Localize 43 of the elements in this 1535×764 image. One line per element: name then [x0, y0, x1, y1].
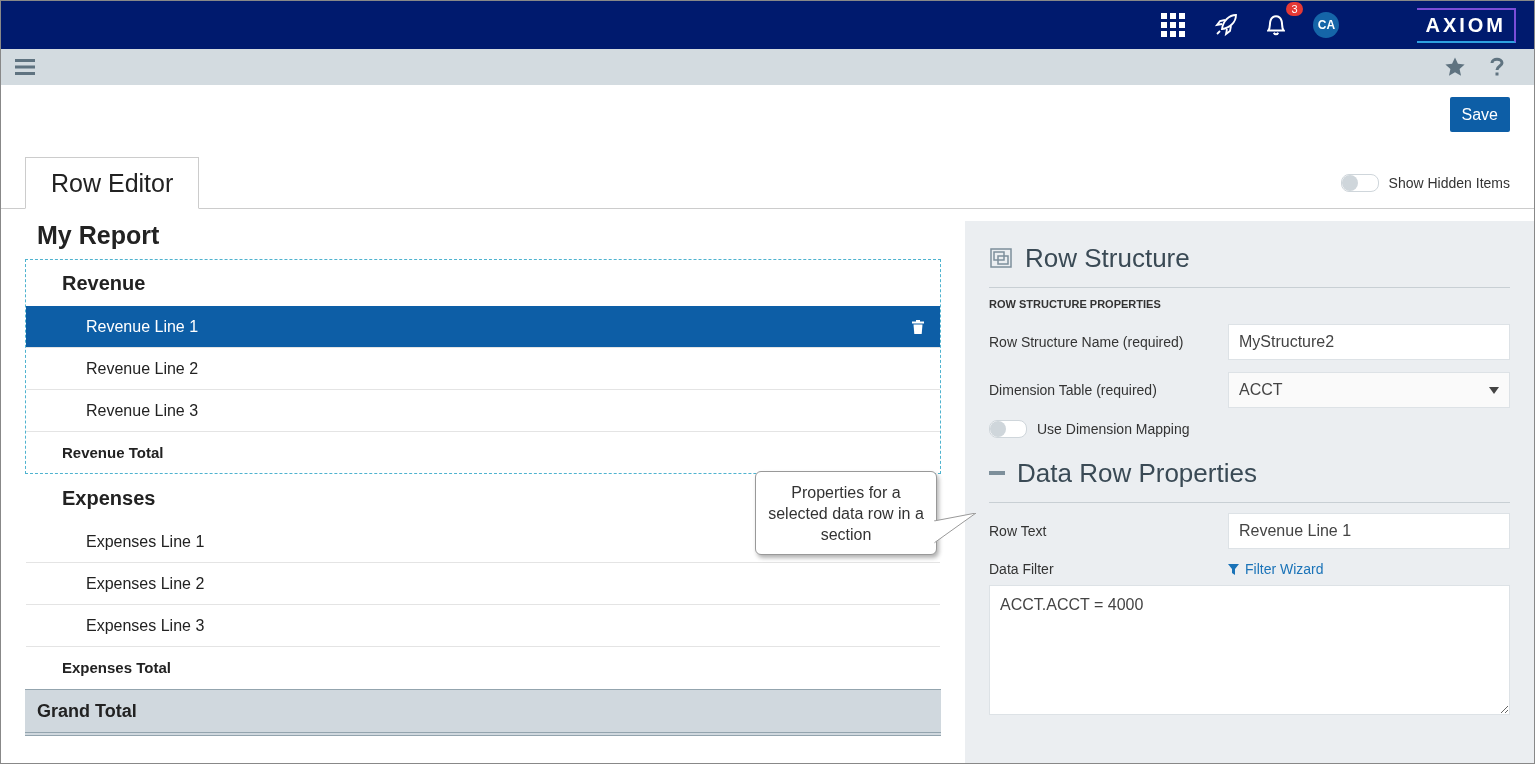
menu-icon[interactable]: [15, 59, 35, 75]
toggle-switch[interactable]: [1340, 173, 1379, 192]
tab[interactable]: Row Editor: [25, 157, 200, 209]
dropdown[interactable]: ACCT: [1228, 372, 1510, 408]
toggle-label: Show Hidden Items: [1388, 174, 1510, 191]
field-label: Dimension Table (required): [989, 382, 1157, 398]
star-icon[interactable]: [1444, 56, 1466, 78]
toggle-switch[interactable]: [989, 420, 1027, 438]
filter-icon: [1228, 563, 1239, 575]
grand-total[interactable]: Grand Total: [25, 689, 941, 736]
toggle-label: Use Dimension Mapping: [1037, 421, 1190, 437]
row-item[interactable]: Expenses Line 3: [26, 605, 940, 647]
row-item[interactable]: Revenue Line 2: [26, 348, 940, 390]
save-button[interactable]: Save: [1449, 97, 1510, 132]
filter-wizard-link[interactable]: Filter Wizard: [1228, 561, 1510, 577]
text-area[interactable]: ACCT.ACCT = 4000: [989, 585, 1510, 715]
callout-tooltip: Properties for a selected data row in a section: [755, 471, 937, 555]
notification-badge: 3: [1286, 2, 1303, 16]
rocket-icon[interactable]: [1213, 12, 1240, 38]
section-title: Data Row Properties: [1017, 457, 1257, 489]
trash-icon[interactable]: [912, 319, 924, 334]
section-total[interactable]: Revenue Total: [26, 432, 940, 473]
input-field[interactable]: Revenue Line 1: [1228, 513, 1510, 549]
report-title: My Report: [36, 221, 161, 251]
field-label: Data Filter: [989, 561, 1054, 577]
help-icon[interactable]: [1490, 57, 1504, 77]
section-title: Row Structure: [1025, 242, 1190, 274]
section-header[interactable]: Revenue: [26, 260, 182, 306]
caret-icon: [1489, 386, 1499, 394]
user-avatar[interactable]: CA: [1313, 12, 1340, 38]
bell-icon[interactable]: [1267, 14, 1286, 36]
field-label: Row Text: [989, 523, 1047, 539]
section-header[interactable]: Expenses: [26, 475, 192, 521]
row-item[interactable]: Revenue Line 3: [26, 390, 940, 432]
row-item[interactable]: Revenue Line 1: [26, 306, 940, 348]
app-grid-icon[interactable]: [1161, 13, 1186, 37]
section-total[interactable]: Expenses Total: [26, 647, 940, 688]
input-field[interactable]: MyStructure2: [1228, 324, 1510, 360]
field-label: Row Structure Name (required): [989, 334, 1184, 350]
row-item[interactable]: Expenses Line 2: [26, 563, 940, 605]
logo: AXIOM: [1417, 7, 1516, 43]
subsection-heading: ROW STRUCTURE PROPERTIES: [989, 298, 1162, 310]
structure-icon: [989, 247, 1013, 269]
